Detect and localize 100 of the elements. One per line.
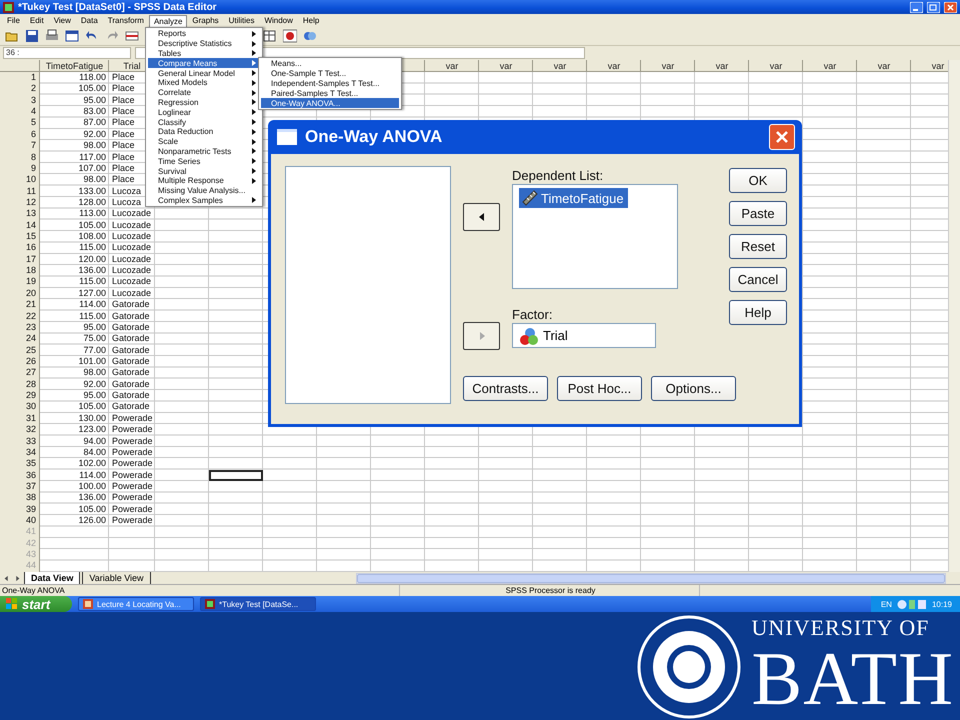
- column-header[interactable]: var: [749, 60, 803, 71]
- row-number[interactable]: 6: [0, 128, 40, 140]
- dialog-button[interactable]: OK: [729, 168, 787, 193]
- row-number[interactable]: 10: [0, 174, 40, 186]
- column-header[interactable]: TimetoFatigue: [40, 60, 109, 71]
- row-number[interactable]: 13: [0, 208, 40, 220]
- row-number[interactable]: 14: [0, 220, 40, 232]
- dependent-list[interactable]: TimetoFatigue: [512, 184, 678, 289]
- row-number[interactable]: 17: [0, 254, 40, 266]
- dialog-button[interactable]: Help: [729, 300, 787, 325]
- taskbar-button[interactable]: *Tukey Test [DataSe...: [200, 597, 316, 611]
- menu-item[interactable]: Correlate: [148, 88, 260, 98]
- dialog-button[interactable]: Reset: [729, 234, 787, 259]
- row-number[interactable]: 9: [0, 162, 40, 174]
- row-number[interactable]: 11: [0, 186, 40, 197]
- row-number[interactable]: 34: [0, 446, 40, 458]
- column-header[interactable]: var: [587, 60, 641, 71]
- menu-item[interactable]: File: [2, 14, 25, 27]
- menu-item[interactable]: Descriptive Statistics: [148, 38, 260, 49]
- taskbar-button[interactable]: Lecture 4 Locating Va...: [78, 597, 194, 611]
- row-number[interactable]: 12: [0, 196, 40, 208]
- dialog-button[interactable]: Post Hoc...: [557, 376, 642, 401]
- column-header[interactable]: var: [479, 60, 533, 71]
- row-number[interactable]: 15: [0, 231, 40, 242]
- menu-item[interactable]: Edit: [24, 14, 49, 27]
- menu-item[interactable]: Scale: [148, 136, 260, 147]
- row-number[interactable]: 37: [0, 480, 40, 492]
- menu-item[interactable]: Multiple Response: [148, 176, 260, 186]
- row-number[interactable]: 32: [0, 424, 40, 436]
- menu-item[interactable]: Loglinear: [148, 107, 260, 118]
- row-number[interactable]: 27: [0, 367, 40, 379]
- sheet-tab[interactable]: Data View: [24, 572, 80, 584]
- list-item[interactable]: TimetoFatigue: [519, 188, 628, 208]
- row-number[interactable]: 36: [0, 470, 40, 481]
- menu-item[interactable]: Time Series: [148, 156, 260, 166]
- column-header[interactable]: var: [425, 60, 479, 71]
- row-number[interactable]: 26: [0, 356, 40, 368]
- menu-item[interactable]: Data: [76, 14, 103, 27]
- column-header[interactable]: var: [911, 60, 948, 71]
- row-number[interactable]: 38: [0, 492, 40, 504]
- menu-item[interactable]: One-Way ANOVA...: [261, 98, 399, 108]
- column-header[interactable]: var: [803, 60, 857, 71]
- menu-item[interactable]: Means...: [261, 59, 399, 69]
- factor-field[interactable]: Trial: [512, 323, 656, 348]
- menu-item[interactable]: Regression: [148, 98, 260, 108]
- menu-item[interactable]: Missing Value Analysis...: [148, 186, 260, 196]
- row-number[interactable]: 35: [0, 458, 40, 470]
- row-number[interactable]: 29: [0, 390, 40, 402]
- row-number[interactable]: 3: [0, 94, 40, 106]
- menu-item[interactable]: Analyze: [148, 14, 188, 26]
- row-number[interactable]: 4: [0, 106, 40, 118]
- row-number[interactable]: 5: [0, 117, 40, 129]
- row-number[interactable]: 22: [0, 310, 40, 322]
- menu-item[interactable]: Paired-Samples T Test...: [261, 88, 399, 98]
- menu-item[interactable]: General Linear Model: [148, 68, 260, 78]
- row-number[interactable]: 20: [0, 288, 40, 300]
- menu-item[interactable]: Window: [259, 14, 298, 27]
- column-header[interactable]: var: [695, 60, 749, 71]
- row-number[interactable]: 33: [0, 436, 40, 447]
- menu-item[interactable]: Help: [298, 14, 324, 27]
- dialog-button[interactable]: Contrasts...: [463, 376, 548, 401]
- row-number[interactable]: 23: [0, 322, 40, 334]
- menu-item[interactable]: Data Reduction: [148, 126, 260, 137]
- row-number[interactable]: 16: [0, 242, 40, 254]
- dialog-button[interactable]: Options...: [651, 376, 736, 401]
- menu-item[interactable]: Mixed Models: [148, 78, 260, 88]
- row-number[interactable]: 30: [0, 401, 40, 413]
- row-number[interactable]: 28: [0, 378, 40, 390]
- menu-item[interactable]: Survival: [148, 166, 260, 176]
- menu-item[interactable]: Utilities: [224, 14, 260, 27]
- sheet-tab[interactable]: Variable View: [82, 572, 151, 584]
- row-number[interactable]: 40: [0, 515, 40, 526]
- menu-item[interactable]: Reports: [148, 29, 260, 39]
- row-number[interactable]: 21: [0, 299, 40, 311]
- menu-item[interactable]: One-Sample T Test...: [261, 68, 399, 79]
- row-number[interactable]: 25: [0, 344, 40, 356]
- menu-item[interactable]: Nonparametric Tests: [148, 146, 260, 156]
- menu-item[interactable]: Transform: [102, 14, 149, 27]
- menu-item[interactable]: Graphs: [187, 14, 224, 27]
- menu-item[interactable]: View: [48, 14, 76, 27]
- row-number[interactable]: 24: [0, 333, 40, 345]
- menu-item[interactable]: Compare Means: [148, 58, 260, 68]
- column-header[interactable]: var: [641, 60, 695, 71]
- column-header[interactable]: var: [857, 60, 911, 71]
- row-number[interactable]: 31: [0, 412, 40, 424]
- menu-item[interactable]: Classify: [148, 117, 260, 127]
- row-number[interactable]: 8: [0, 152, 40, 163]
- dialog-button[interactable]: Cancel: [729, 267, 787, 292]
- row-number[interactable]: 39: [0, 504, 40, 516]
- row-number[interactable]: 2: [0, 83, 40, 95]
- row-number[interactable]: 18: [0, 265, 40, 276]
- menu-item[interactable]: Complex Samples: [148, 196, 260, 206]
- row-number[interactable]: 1: [0, 72, 40, 84]
- start-button[interactable]: start: [0, 596, 72, 612]
- row-number[interactable]: 19: [0, 276, 40, 288]
- column-header[interactable]: var: [533, 60, 587, 71]
- row-number[interactable]: 7: [0, 140, 40, 152]
- dialog-button[interactable]: Paste: [729, 201, 787, 226]
- menu-item[interactable]: Tables: [148, 48, 260, 58]
- menu-item[interactable]: Independent-Samples T Test...: [261, 78, 399, 88]
